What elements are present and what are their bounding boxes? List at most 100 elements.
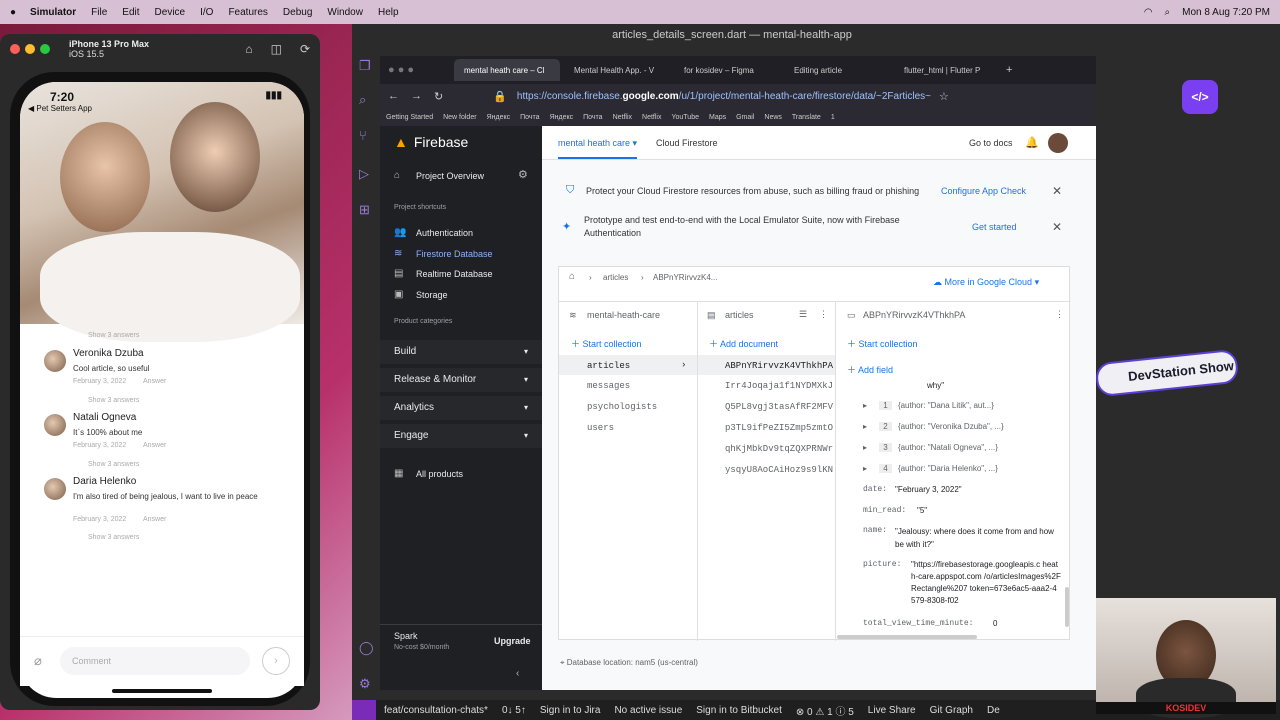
more-vert-icon[interactable]: ⋮ (1055, 309, 1064, 320)
window-controls[interactable]: ● ● ● (380, 64, 450, 76)
bookmark-item[interactable]: New folder (443, 114, 476, 121)
bookmark-item[interactable]: Translate (792, 114, 821, 121)
tab-firebase[interactable]: mental heath care – Cl (454, 59, 560, 81)
send-icon[interactable]: › (262, 647, 290, 675)
problems-count[interactable]: ⊗ 0 ⚠ 1 ⓘ 5 (796, 703, 854, 718)
bookmark-item[interactable]: Почта (520, 114, 539, 121)
live-share[interactable]: Live Share (868, 705, 916, 716)
explorer-icon[interactable]: ❐ (359, 58, 375, 74)
tab-editing-article[interactable]: Editing article (784, 59, 890, 81)
category-build[interactable]: Build ▾ (380, 340, 542, 364)
menu-help[interactable]: Help (378, 7, 399, 18)
category-analytics[interactable]: Analytics ▾ (380, 396, 542, 420)
document-item[interactable]: Irr4Joqaja1f1NYDMXkJ (725, 381, 835, 391)
answer-row[interactable]: ▸ 1 {author: "Dana Litik", aut...} (863, 401, 994, 410)
bookmark-item[interactable]: Getting Started (386, 114, 433, 121)
bookmark-item[interactable]: Почта (583, 114, 602, 121)
git-graph[interactable]: Git Graph (930, 705, 973, 716)
document-item[interactable]: ABPnYRirvvzK4VThkhPA (725, 361, 835, 371)
document-item[interactable]: Q5PL8vgj3tasAfRF2MFV (725, 402, 835, 412)
reload-icon[interactable]: ↻ (434, 90, 443, 103)
bookmark-item[interactable]: 1 (831, 114, 835, 121)
collection-item[interactable]: articles (587, 361, 630, 371)
menu-debug[interactable]: Debug (283, 7, 312, 18)
document-item[interactable]: p3TL9ifPeZI5Zmp5zmtO (725, 423, 835, 433)
close-button[interactable] (10, 44, 20, 54)
comment-field[interactable]: Comment (60, 647, 250, 675)
horizontal-scrollbar[interactable] (837, 635, 977, 639)
document-item[interactable]: qhKjMbkDv9tqZQXPRNWr (725, 444, 835, 454)
clock[interactable]: Mon 8 Aug 7:20 PM (1182, 7, 1270, 18)
screenshot-icon[interactable]: ◫ (271, 42, 282, 56)
extensions-icon[interactable]: ⊞ (359, 202, 375, 218)
show-answers-link[interactable]: Show 3 answers (88, 397, 139, 404)
source-control-icon[interactable]: ⑂ (359, 128, 375, 144)
bookmark-item[interactable]: Netflix (642, 114, 661, 121)
rotate-icon[interactable]: ⟳ (300, 42, 310, 56)
service-name[interactable]: Cloud Firestore (656, 138, 718, 148)
nav-authentication[interactable]: 👥 Authentication (394, 227, 473, 238)
git-branch[interactable]: feat/consultation-chats* (384, 705, 488, 716)
vertical-scrollbar[interactable] (1065, 587, 1069, 627)
category-release[interactable]: Release & Monitor ▾ (380, 368, 542, 392)
answer-row[interactable]: ▸ 3 {author: "Natali Ogneva", ...} (863, 443, 998, 452)
wifi-icon[interactable]: ◠ (1144, 7, 1153, 18)
back-icon[interactable]: ← (388, 90, 399, 102)
avatar[interactable] (1048, 133, 1068, 153)
forward-icon[interactable]: → (411, 90, 422, 102)
apple-icon[interactable]: ● (10, 7, 16, 18)
show-answers-link[interactable]: Show 3 answers (88, 461, 139, 468)
menu-window[interactable]: Window (327, 7, 363, 18)
breadcrumb-collection[interactable]: articles (603, 273, 628, 282)
get-started-link[interactable]: Get started (972, 222, 1017, 232)
field-value[interactable]: 0 (993, 619, 997, 628)
menu-file[interactable]: File (91, 7, 107, 18)
notifications-icon[interactable]: 🔔 (1025, 136, 1039, 149)
settings-gear-icon[interactable]: ⚙ (359, 676, 375, 692)
collection-item[interactable]: messages (587, 381, 630, 391)
remote-indicator[interactable] (352, 700, 376, 720)
nav-all-products[interactable]: ▦ All products (394, 468, 463, 479)
show-answers-link[interactable]: Show 3 answers (88, 534, 139, 541)
git-sync[interactable]: 0↓ 5↑ (502, 705, 526, 716)
bookmark-item[interactable]: Яндекс (487, 114, 511, 121)
new-tab-icon[interactable]: + (1006, 64, 1012, 76)
home-icon[interactable]: ⌂ (569, 271, 575, 282)
menu-edit[interactable]: Edit (122, 7, 139, 18)
account-icon[interactable]: ◯ (359, 640, 375, 656)
bitbucket-signin[interactable]: Sign in to Bitbucket (696, 705, 782, 716)
close-icon[interactable]: ✕ (1052, 184, 1062, 198)
filter-icon[interactable]: ☰ (799, 309, 807, 320)
answer-link[interactable]: Answer (143, 378, 166, 385)
collection-item[interactable]: psychologists (587, 402, 657, 412)
answer-link[interactable]: Answer (143, 442, 166, 449)
add-document-button[interactable]: ＋ Add document (709, 337, 778, 350)
minimize-button[interactable] (25, 44, 35, 54)
breadcrumb-document[interactable]: ABPnYRirvvzK4... (653, 273, 717, 282)
bookmark-item[interactable]: Gmail (736, 114, 754, 121)
start-collection-button[interactable]: ＋ Start collection (571, 337, 642, 350)
menu-device[interactable]: Device (155, 7, 186, 18)
configure-appcheck-link[interactable]: Configure App Check (941, 186, 1026, 196)
answer-row[interactable]: ▸ 4 {author: "Daria Helenko", ...} (863, 464, 998, 473)
add-field-button[interactable]: ＋ Add field (847, 363, 893, 376)
field-value[interactable]: "https://firebasestorage.googleapis.c he… (911, 559, 1061, 607)
search-icon[interactable]: ⌕ (1165, 7, 1171, 18)
bookmark-item[interactable]: YouTube (671, 114, 699, 121)
menu-app[interactable]: Simulator (30, 7, 76, 18)
back-to-app[interactable]: ◀ Pet Setters App (28, 104, 92, 113)
more-google-cloud-button[interactable]: ☁ More in Google Cloud ▾ (933, 277, 1039, 288)
search-icon[interactable]: ⌕ (359, 92, 375, 108)
project-selector[interactable]: mental heath care ▾ (558, 138, 638, 159)
bookmark-item[interactable]: Netflix (613, 114, 632, 121)
field-value[interactable]: "Jealousy: where does it come from and h… (895, 525, 1065, 551)
bookmark-star-icon[interactable]: ☆ (939, 90, 949, 103)
run-debug-icon[interactable]: ▷ (359, 166, 375, 182)
home-icon[interactable]: ⌂ (245, 42, 252, 56)
zoom-button[interactable] (40, 44, 50, 54)
settings-gear-icon[interactable]: ⚙ (518, 168, 528, 181)
bookmark-item[interactable]: Яндекс (550, 114, 574, 121)
bookmark-item[interactable]: News (764, 114, 782, 121)
bookmark-item[interactable]: Maps (709, 114, 726, 121)
close-icon[interactable]: ✕ (1052, 220, 1062, 234)
